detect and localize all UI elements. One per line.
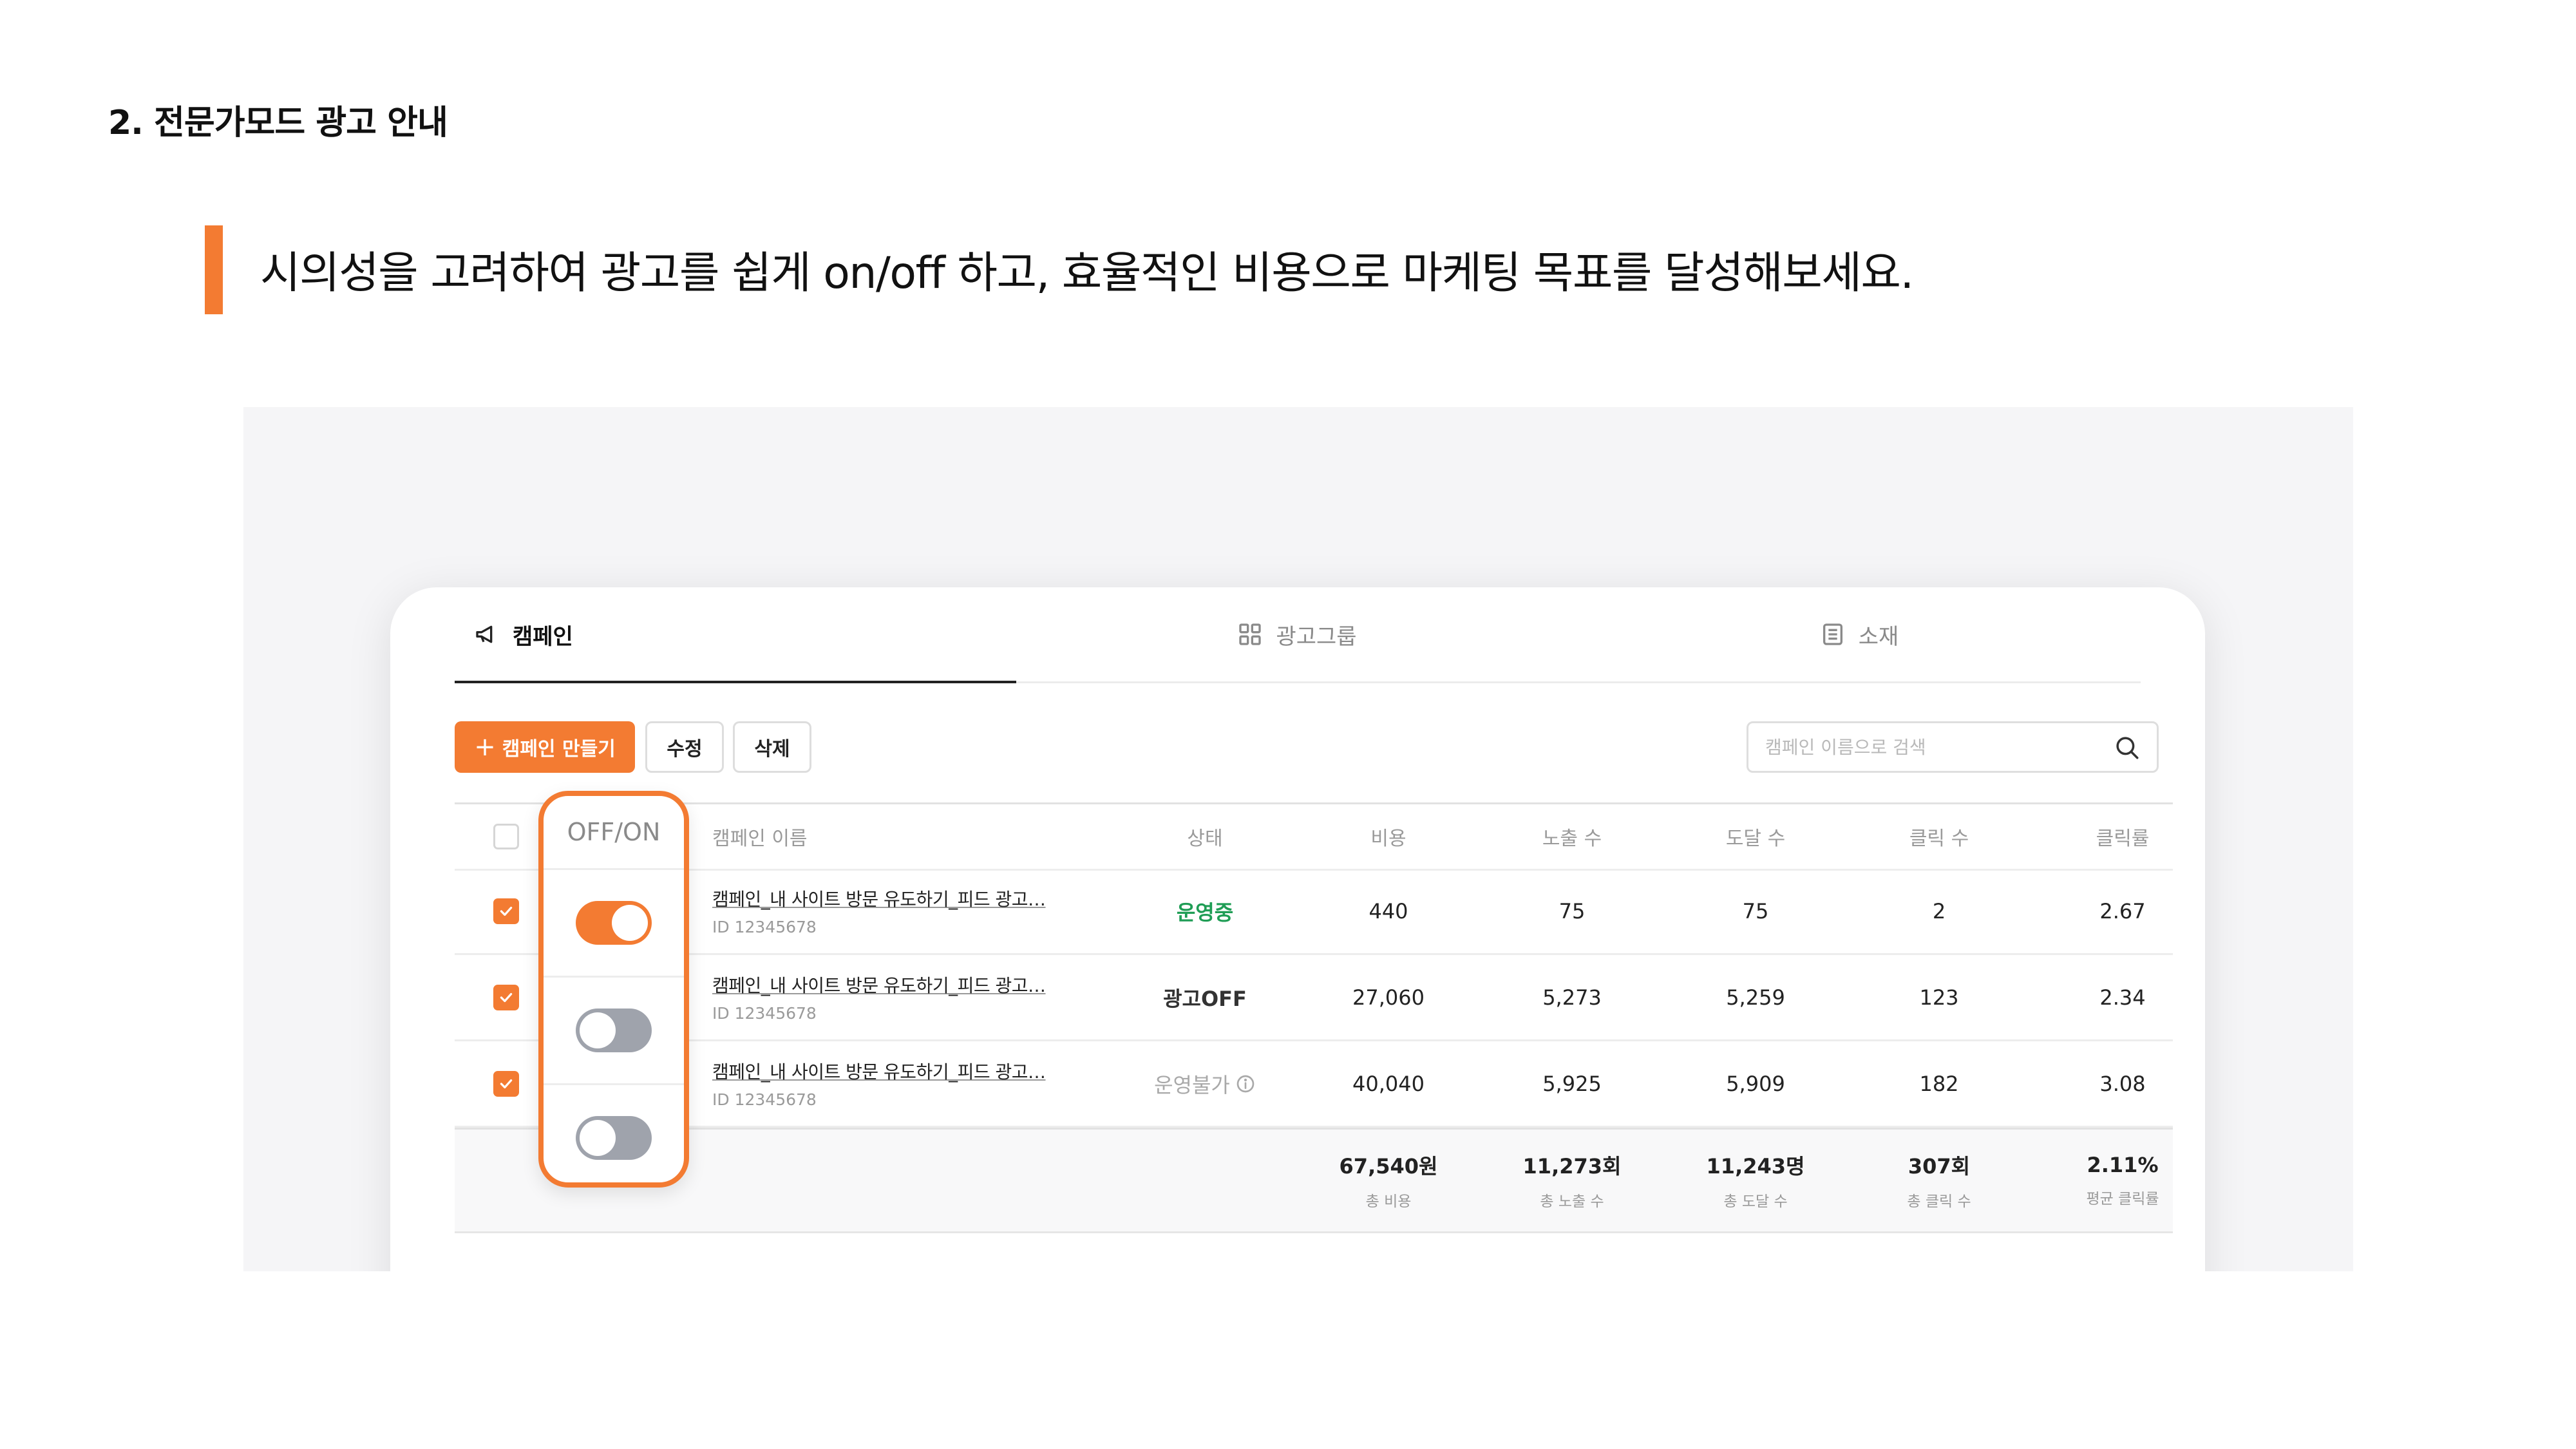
campaign-name-link[interactable]: 캠페인_내 사이트 방문 유도하기_피드 광고… <box>712 1058 1046 1084</box>
tab-adgroup[interactable]: 광고그룹 <box>1016 587 1578 681</box>
col-name: 캠페인 이름 <box>712 828 808 850</box>
ad-toggle-switch[interactable] <box>576 1116 652 1160</box>
cost-cell: 27,060 <box>1352 985 1425 1010</box>
summary-label: 평균 클릭률 <box>2086 1191 2159 1208</box>
col-reach: 도달 수 <box>1725 828 1786 850</box>
tab-bar: 캠페인 광고그룹 소재 <box>455 587 2141 683</box>
ad-toggle-switch[interactable] <box>576 901 652 945</box>
summary-row: 67,540원 총 비용 11,273회 총 노출 수 11,243명 총 도달… <box>455 1128 2173 1233</box>
campaign-name-link[interactable]: 캠페인_내 사이트 방문 유도하기_피드 광고… <box>712 886 1046 911</box>
summary-value: 307회 <box>1908 1154 1971 1179</box>
search-icon[interactable] <box>2114 734 2141 761</box>
megaphone-icon <box>476 625 493 643</box>
summary-impressions: 11,273회 총 노출 수 <box>1498 1130 1646 1231</box>
toggle-knob <box>612 905 648 941</box>
search-input[interactable] <box>1747 721 2159 773</box>
edit-button[interactable]: 수정 <box>645 721 724 773</box>
status-badge: 광고OFF <box>1163 986 1247 1011</box>
info-icon[interactable] <box>1235 1074 1256 1094</box>
col-cost: 비용 <box>1370 828 1406 850</box>
campaign-id: ID 12345678 <box>712 1004 817 1023</box>
clicks-cell: 182 <box>1919 1071 1959 1096</box>
grid-icon <box>1239 623 1262 645</box>
campaign-name-cell: 캠페인_내 사이트 방문 유도하기_피드 광고… ID 12345678 <box>712 1041 1073 1126</box>
summary-value: 11,273회 <box>1522 1154 1622 1179</box>
col-status: 상태 <box>1187 828 1223 850</box>
toggle-column-header: OFF/ON <box>544 796 684 870</box>
toggle-knob <box>580 1120 616 1156</box>
delete-button[interactable]: 삭제 <box>733 721 811 773</box>
summary-value: 11,243명 <box>1706 1154 1805 1179</box>
create-campaign-button[interactable]: + 캠페인 만들기 <box>455 721 635 773</box>
col-ctr: 클릭률 <box>2096 828 2150 850</box>
status-badge: 운영중 <box>1176 900 1234 925</box>
table-row[interactable]: 캠페인_내 사이트 방문 유도하기_피드 광고… ID 12345678 운영불… <box>455 1041 2173 1128</box>
toggle-cell <box>544 870 684 978</box>
status-text: 운영불가 <box>1154 1072 1230 1097</box>
clicks-cell: 123 <box>1919 985 1959 1010</box>
summary-cost: 67,540원 총 비용 <box>1314 1130 1463 1231</box>
campaign-id: ID 12345678 <box>712 1090 817 1109</box>
campaign-name-link[interactable]: 캠페인_내 사이트 방문 유도하기_피드 광고… <box>712 972 1046 998</box>
toggle-cell <box>544 978 684 1085</box>
status-badge: 운영불가 <box>1131 1041 1279 1126</box>
summary-value: 2.11% <box>2087 1153 2159 1177</box>
tab-campaign[interactable]: 캠페인 <box>455 587 1016 683</box>
row-checkbox[interactable] <box>493 984 519 1010</box>
summary-label: 총 클릭 수 <box>1907 1193 1971 1210</box>
list-doc-icon <box>1823 623 1842 645</box>
reach-cell: 75 <box>1742 898 1769 923</box>
col-impressions: 노출 수 <box>1542 828 1602 850</box>
table-header: 캠페인 이름 상태 비용 노출 수 도달 수 클릭 수 클릭률 <box>455 802 2173 871</box>
toggle-knob <box>580 1012 616 1048</box>
tab-label: 소재 <box>1858 623 1899 650</box>
impressions-cell: 5,925 <box>1542 1071 1602 1096</box>
reach-cell: 5,259 <box>1726 985 1785 1010</box>
summary-clicks: 307회 총 클릭 수 <box>1865 1130 2013 1231</box>
tab-label: 캠페인 <box>513 623 573 650</box>
ctr-cell: 2.67 <box>2099 898 2146 923</box>
ad-toggle-switch[interactable] <box>576 1009 652 1052</box>
row-check-cell <box>480 869 532 953</box>
summary-label: 총 노출 수 <box>1540 1193 1604 1210</box>
table-row[interactable]: 캠페인_내 사이트 방문 유도하기_피드 광고… ID 12345678 운영중… <box>455 869 2173 955</box>
plus-icon: + <box>474 732 496 762</box>
row-checkbox[interactable] <box>493 898 519 924</box>
summary-label: 총 비용 <box>1365 1193 1412 1210</box>
check-icon <box>500 1079 513 1088</box>
table-row[interactable]: 캠페인_내 사이트 방문 유도하기_피드 광고… ID 12345678 광고O… <box>455 955 2173 1041</box>
col-clicks: 클릭 수 <box>1909 828 1969 850</box>
select-all-cell <box>480 804 532 869</box>
row-check-cell <box>480 1041 532 1126</box>
cost-cell: 440 <box>1368 898 1408 923</box>
row-check-cell <box>480 955 532 1039</box>
check-icon <box>500 992 513 1002</box>
subtitle: 시의성을 고려하여 광고를 쉽게 on/off 하고, 효율적인 비용으로 마케… <box>260 248 1914 299</box>
campaign-name-cell: 캠페인_내 사이트 방문 유도하기_피드 광고… ID 12345678 <box>712 869 1073 953</box>
create-campaign-label: 캠페인 만들기 <box>502 738 616 761</box>
clicks-cell: 2 <box>1932 898 1946 923</box>
cost-cell: 40,040 <box>1352 1071 1425 1096</box>
section-title: 2. 전문가모드 광고 안내 <box>108 104 448 142</box>
summary-ctr: 2.11% 평균 클릭률 <box>2049 1130 2197 1231</box>
ctr-cell: 2.34 <box>2099 985 2146 1010</box>
impressions-cell: 5,273 <box>1542 985 1602 1010</box>
ctr-cell: 3.08 <box>2099 1071 2146 1096</box>
summary-label: 총 도달 수 <box>1723 1193 1788 1210</box>
toggle-column-highlight: OFF/ON <box>538 791 689 1188</box>
toggle-cell <box>544 1085 684 1191</box>
campaign-name-cell: 캠페인_내 사이트 방문 유도하기_피드 광고… ID 12345678 <box>712 955 1073 1039</box>
summary-reach: 11,243명 총 도달 수 <box>1681 1130 1830 1231</box>
check-icon <box>500 906 513 916</box>
reach-cell: 5,909 <box>1726 1071 1785 1096</box>
row-checkbox[interactable] <box>493 1070 519 1097</box>
select-all-checkbox[interactable] <box>493 824 519 849</box>
tab-label: 광고그룹 <box>1276 623 1357 650</box>
campaign-id: ID 12345678 <box>712 918 817 936</box>
impressions-cell: 75 <box>1558 898 1586 923</box>
tab-creative[interactable]: 소재 <box>1578 587 2141 681</box>
summary-value: 67,540원 <box>1339 1154 1438 1179</box>
accent-bar <box>205 225 223 314</box>
